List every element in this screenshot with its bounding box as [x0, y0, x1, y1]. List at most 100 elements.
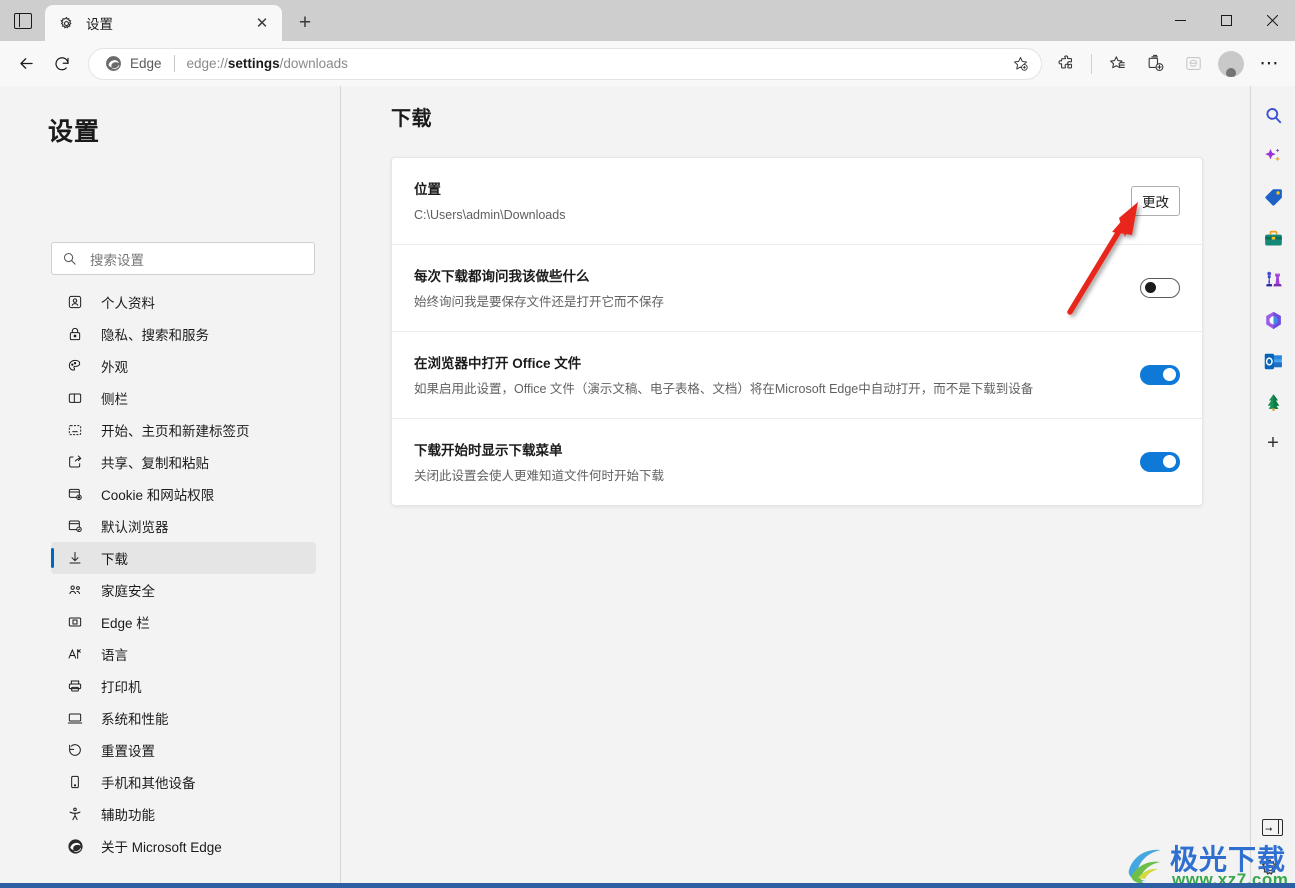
cookie-icon	[65, 486, 85, 502]
toggle-knob	[1163, 455, 1176, 469]
sidebar-item-default-browser[interactable]: 默认浏览器	[51, 510, 316, 542]
sidebar-item-label: 家庭安全	[101, 584, 155, 599]
sidebar-item-label: 默认浏览器	[101, 520, 169, 535]
sidebar-item-cookies[interactable]: Cookie 和网站权限	[51, 478, 316, 510]
sidebar-item-sidebar[interactable]: 侧栏	[51, 382, 316, 414]
omnibox-actions	[1005, 46, 1035, 82]
tree-icon[interactable]	[1258, 387, 1288, 417]
change-location-button[interactable]: 更改	[1131, 185, 1180, 216]
page-title: 设置	[48, 118, 101, 146]
edge-logo-icon	[106, 56, 121, 71]
minimize-button[interactable]	[1157, 0, 1203, 41]
sidebar-item-phone[interactable]: 手机和其他设备	[51, 766, 316, 798]
search-placeholder: 搜索设置	[90, 252, 144, 268]
profile-icon	[65, 294, 85, 310]
language-icon	[65, 646, 85, 662]
setting-description: 如果启用此设置，Office 文件（演示文稿、电子表格、文档）将在Microso…	[414, 381, 1034, 396]
sidebar-item-downloads[interactable]: 下载	[51, 542, 316, 574]
setting-description: 关闭此设置会使人更难知道文件何时开始下载	[414, 468, 665, 483]
sidebar-item-appearance[interactable]: 外观	[51, 350, 316, 382]
sidebar-item-share[interactable]: 共享、复制和粘贴	[51, 446, 316, 478]
setting-title: 在浏览器中打开 Office 文件	[414, 355, 582, 371]
extensions-button[interactable]	[1048, 46, 1084, 82]
edge-badge-label: Edge	[130, 56, 162, 71]
row-text: 下载开始时显示下载菜单 关闭此设置会使人更难知道文件何时开始下载	[414, 439, 1140, 485]
sidebar-item-label: Edge 栏	[101, 616, 150, 631]
sidebar-item-label: 个人资料	[101, 296, 155, 311]
sidebar-item-about[interactable]: 关于 Microsoft Edge	[51, 830, 316, 862]
settings-page: 设置 搜索设置 个人资料 隐私、搜索和服务 外观 侧栏 开始、主页和新建标签页 …	[0, 86, 1295, 888]
tab-settings[interactable]: 设置 ✕	[45, 5, 282, 41]
more-menu-button[interactable]: ⋯	[1251, 46, 1287, 82]
close-icon[interactable]: ✕	[250, 11, 274, 35]
collapse-sidebar-button[interactable]: ➞	[1258, 815, 1287, 840]
toggle-show-downloads-menu[interactable]	[1140, 451, 1180, 472]
shopping-tag-icon[interactable]	[1258, 182, 1288, 212]
refresh-button[interactable]	[44, 46, 80, 82]
sidebar-item-label: 手机和其他设备	[101, 776, 196, 791]
phone-icon	[65, 774, 85, 790]
collections-button[interactable]	[1137, 46, 1173, 82]
sidebar-item-startup[interactable]: 开始、主页和新建标签页	[51, 414, 316, 446]
sidebar-item-printers[interactable]: 打印机	[51, 670, 316, 702]
rail-search-icon[interactable]	[1258, 100, 1288, 130]
sidebar-item-label: Cookie 和网站权限	[101, 488, 215, 503]
games-icon[interactable]	[1258, 264, 1288, 294]
search-input[interactable]: 搜索设置	[51, 242, 315, 275]
download-icon	[65, 550, 85, 566]
sidebar-settings-gear-icon[interactable]	[1260, 858, 1280, 878]
toggle-ask-each-download[interactable]	[1140, 277, 1180, 298]
edge-sidebar-rail: + ➞	[1250, 86, 1295, 888]
sidebar-item-label: 系统和性能	[101, 712, 169, 727]
sidebar-item-edge-bar[interactable]: Edge 栏	[51, 606, 316, 638]
setting-row-open-office-files: 在浏览器中打开 Office 文件 如果启用此设置，Office 文件（演示文稿…	[392, 332, 1202, 419]
tab-search-button[interactable]	[0, 0, 45, 41]
new-tab-button[interactable]: +	[288, 6, 322, 40]
setting-row-show-downloads-menu: 下载开始时显示下载菜单 关闭此设置会使人更难知道文件何时开始下载	[392, 419, 1202, 505]
back-button[interactable]	[8, 46, 44, 82]
sidebar-item-languages[interactable]: 语言	[51, 638, 316, 670]
profile-button[interactable]	[1213, 46, 1249, 82]
edge-bar-icon	[65, 614, 85, 630]
maximize-button[interactable]	[1203, 0, 1249, 41]
settings-nav: 个人资料 隐私、搜索和服务 外观 侧栏 开始、主页和新建标签页 共享、复制和粘贴…	[51, 286, 316, 862]
gear-icon	[58, 15, 75, 32]
accessibility-icon	[65, 806, 85, 822]
ie-mode-button[interactable]	[1175, 46, 1211, 82]
add-favorite-button[interactable]	[1005, 46, 1035, 82]
sidebar-item-family[interactable]: 家庭安全	[51, 574, 316, 606]
printer-icon	[65, 678, 85, 694]
tab-title: 设置	[86, 17, 113, 32]
setting-title: 每次下载都询问我该做些什么	[414, 268, 590, 284]
toggle-knob	[1163, 368, 1176, 382]
microsoft-365-icon[interactable]	[1258, 305, 1288, 335]
sidebar-item-system[interactable]: 系统和性能	[51, 702, 316, 734]
address-bar[interactable]: Edge edge://settings/downloads	[88, 46, 1042, 82]
toolbar-divider	[1091, 53, 1092, 74]
arrow-right-glyph: ➞	[1265, 823, 1273, 834]
tools-briefcase-icon[interactable]	[1258, 223, 1288, 253]
sidebar-item-label: 隐私、搜索和服务	[101, 328, 209, 343]
address-bar-url: edge://settings/downloads	[187, 56, 348, 71]
sidebar-item-label: 下载	[101, 552, 128, 567]
home-icon	[65, 422, 85, 438]
avatar	[1218, 50, 1244, 77]
setting-title: 位置	[414, 182, 441, 197]
avatar-head	[1226, 67, 1236, 77]
browser-toolbar: Edge edge://settings/downloads ⋯	[0, 41, 1295, 86]
sidebar-item-reset[interactable]: 重置设置	[51, 734, 316, 766]
sidebar-item-accessibility[interactable]: 辅助功能	[51, 798, 316, 830]
sidebar-item-label: 开始、主页和新建标签页	[101, 424, 250, 439]
sidebar-item-profile[interactable]: 个人资料	[51, 286, 316, 318]
downloads-settings-card: 位置 C:\Users\admin\Downloads 更改 每次下载都询问我该…	[391, 157, 1203, 506]
plus-icon: +	[1267, 432, 1279, 454]
outlook-icon[interactable]	[1258, 346, 1288, 376]
sidebar-item-privacy[interactable]: 隐私、搜索和服务	[51, 318, 316, 350]
row-text: 位置 C:\Users\admin\Downloads	[414, 178, 1131, 224]
toggle-open-office-files[interactable]	[1140, 364, 1180, 385]
favorites-button[interactable]	[1099, 46, 1135, 82]
close-button[interactable]	[1249, 0, 1295, 41]
url-prefix: edge://	[186, 56, 228, 71]
copilot-sparkle-icon[interactable]	[1258, 141, 1288, 171]
add-sidebar-app-button[interactable]: +	[1258, 428, 1288, 458]
